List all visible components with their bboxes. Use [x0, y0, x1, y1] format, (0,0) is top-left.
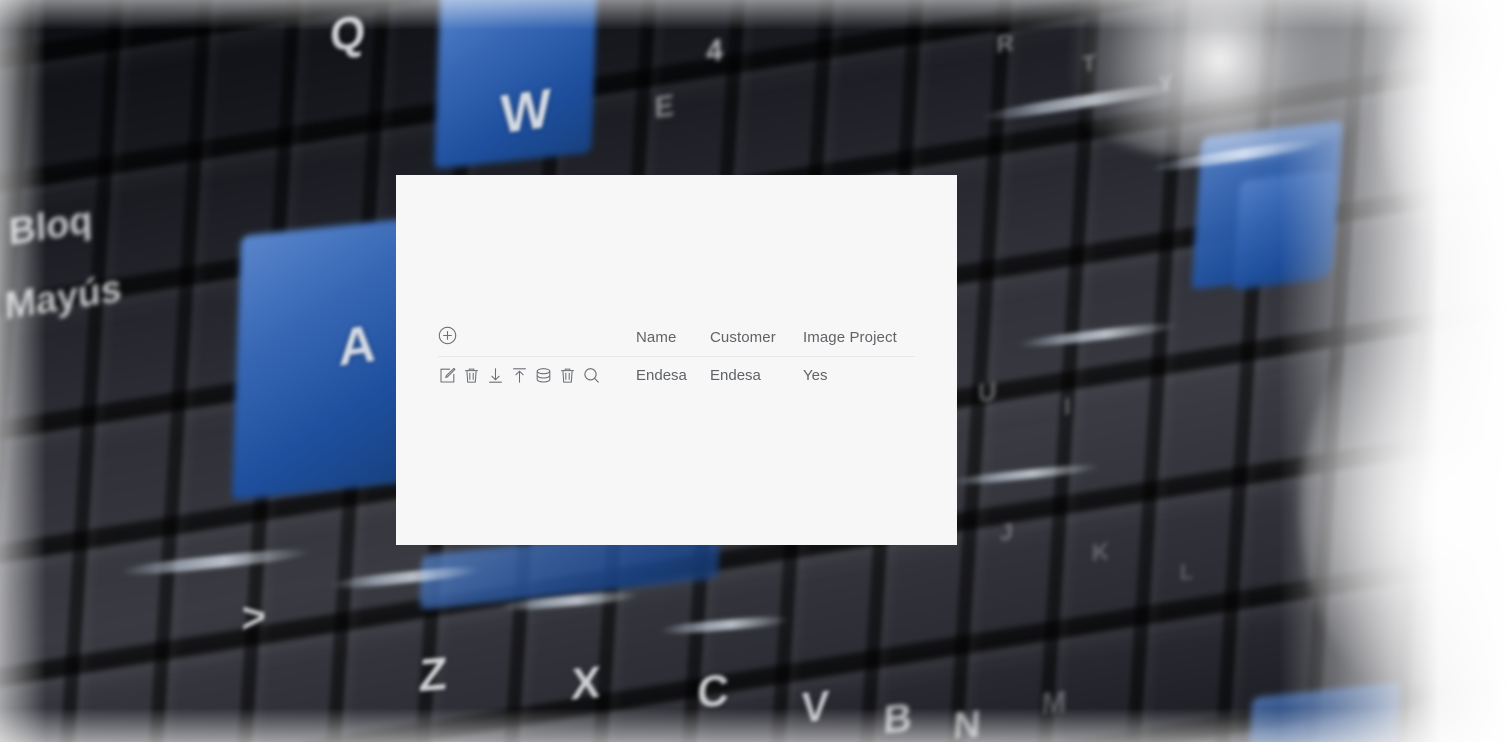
screen: Q4WEBloqMayúsA>ZXCVBNRTYUIJKLM	[0, 0, 1509, 742]
projects-table-wrapper: Name Customer Image Project Endesa Endes…	[438, 320, 915, 394]
table-body: Endesa Endesa Yes	[438, 356, 915, 394]
table-header-row: Name Customer Image Project	[438, 320, 915, 356]
cell-name-text: Endesa	[636, 366, 687, 384]
add-row-header-cell	[438, 320, 636, 356]
edit-icon[interactable]	[438, 366, 457, 385]
search-icon[interactable]	[582, 366, 601, 385]
cell-customer: Endesa	[710, 356, 803, 394]
database-icon[interactable]	[534, 366, 553, 385]
table-row: Endesa Endesa Yes	[438, 356, 915, 394]
column-header-name[interactable]: Name	[636, 320, 710, 356]
cell-image-project-text: Yes	[803, 366, 828, 384]
cell-name: Endesa	[636, 356, 710, 394]
trash-icon[interactable]	[558, 366, 577, 385]
row-actions-cell	[438, 356, 636, 394]
content-panel: Name Customer Image Project Endesa Endes…	[396, 175, 957, 545]
table-head: Name Customer Image Project	[438, 320, 915, 356]
column-header-customer[interactable]: Customer	[710, 320, 803, 356]
download-icon[interactable]	[486, 366, 505, 385]
projects-table: Name Customer Image Project Endesa Endes…	[438, 320, 915, 394]
cell-image-project: Yes	[803, 356, 915, 394]
row-action-buttons	[438, 366, 636, 385]
delete-icon[interactable]	[462, 366, 481, 385]
cell-customer-text: Endesa	[710, 366, 761, 384]
upload-icon[interactable]	[510, 366, 529, 385]
column-header-image-project[interactable]: Image Project	[803, 320, 915, 356]
plus-circle-icon[interactable]	[438, 326, 457, 345]
